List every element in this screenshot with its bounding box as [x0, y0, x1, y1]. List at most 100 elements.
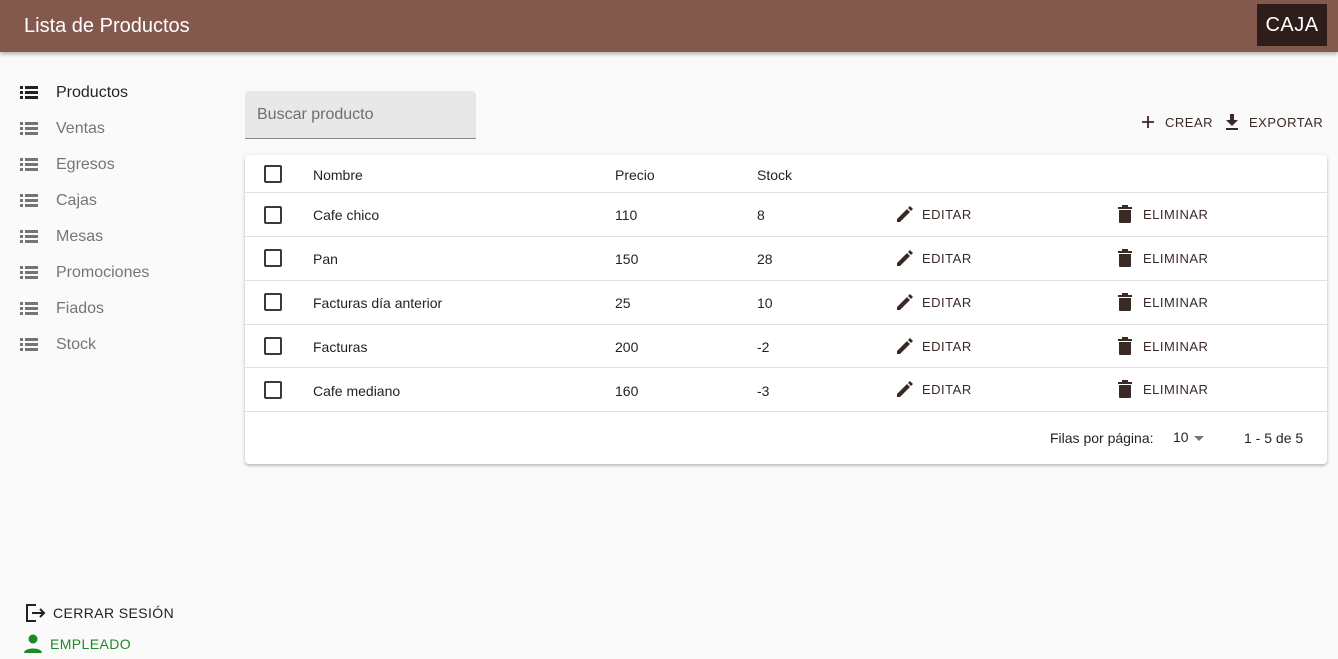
sidebar-item-promociones[interactable]: Promociones [0, 254, 230, 290]
products-table: Nombre Precio Stock Cafe chico 110 8 EDI… [245, 155, 1327, 464]
cell-precio: 150 [615, 251, 639, 267]
row-checkbox[interactable] [264, 293, 282, 311]
sidebar-item-productos[interactable]: Productos [0, 74, 230, 110]
column-header-stock: Stock [757, 167, 793, 183]
cell-nombre: Cafe mediano [313, 383, 401, 399]
edit-button[interactable]: EDITAR [896, 293, 976, 313]
cell-stock: 10 [757, 295, 773, 311]
cell-precio: 25 [615, 295, 631, 311]
list-icon [20, 302, 38, 316]
trash-icon [1118, 249, 1132, 267]
trash-icon [1118, 293, 1132, 311]
cell-stock: 8 [757, 207, 765, 223]
list-icon [20, 266, 38, 280]
table-row: Cafe chico 110 8 EDITAR ELIMINAR [245, 193, 1327, 237]
edit-label: EDITAR [922, 207, 972, 222]
create-button[interactable]: CREAR [1140, 110, 1214, 134]
cell-precio: 200 [615, 339, 639, 355]
sidebar-item-label: Promociones [56, 264, 150, 281]
table-row: Facturas día anterior 25 10 EDITAR ELIMI… [245, 281, 1327, 325]
list-icon [20, 230, 38, 244]
cell-stock: -3 [757, 383, 770, 399]
list-icon [20, 194, 38, 208]
delete-button[interactable]: ELIMINAR [1117, 337, 1213, 357]
sidebar-item-egresos[interactable]: Egresos [0, 146, 230, 182]
sidebar-item-stock[interactable]: Stock [0, 326, 230, 362]
sidebar-item-label: Egresos [56, 156, 115, 173]
cell-stock: 28 [757, 251, 773, 267]
list-icon [20, 158, 38, 172]
table-header: Nombre Precio Stock [245, 155, 1327, 193]
edit-button[interactable]: EDITAR [896, 205, 976, 225]
delete-label: ELIMINAR [1143, 295, 1209, 310]
logout-icon [26, 604, 46, 622]
table-pagination: Filas por página: 10 1 - 5 de 5 [245, 411, 1327, 464]
cell-precio: 160 [615, 383, 639, 399]
delete-button[interactable]: ELIMINAR [1117, 249, 1213, 269]
row-checkbox[interactable] [264, 249, 282, 267]
rows-per-page-value: 10 [1173, 429, 1189, 445]
row-checkbox[interactable] [264, 381, 282, 399]
pagination-range: 1 - 5 de 5 [1244, 430, 1304, 446]
edit-label: EDITAR [922, 339, 972, 354]
sidebar-item-mesas[interactable]: Mesas [0, 218, 230, 254]
delete-button[interactable]: ELIMINAR [1117, 380, 1213, 400]
page-title: Lista de Productos [24, 15, 190, 37]
trash-icon [1118, 380, 1132, 398]
delete-label: ELIMINAR [1143, 382, 1209, 397]
pencil-icon [897, 206, 913, 222]
chevron-down-icon [1194, 436, 1204, 441]
add-icon [1142, 116, 1154, 128]
row-checkbox[interactable] [264, 337, 282, 355]
list-icon [20, 86, 38, 100]
export-button[interactable]: EXPORTAR [1224, 110, 1328, 134]
export-label: EXPORTAR [1249, 115, 1324, 130]
pencil-icon [897, 338, 913, 354]
cell-nombre: Pan [313, 251, 338, 267]
edit-label: EDITAR [922, 295, 972, 310]
caja-button[interactable]: CAJA [1257, 4, 1327, 46]
table-row: Facturas 200 -2 EDITAR ELIMINAR [245, 325, 1327, 368]
download-icon [1226, 114, 1238, 130]
list-icon [20, 122, 38, 136]
rows-per-page-label: Filas por página: [1050, 430, 1154, 446]
delete-button[interactable]: ELIMINAR [1117, 205, 1213, 225]
edit-button[interactable]: EDITAR [896, 249, 976, 269]
logout-label: CERRAR SESIÓN [53, 605, 175, 621]
edit-label: EDITAR [922, 251, 972, 266]
create-label: CREAR [1165, 115, 1214, 130]
rows-per-page-select[interactable]: 10 [1173, 427, 1211, 449]
cell-precio: 110 [615, 207, 638, 223]
sidebar-item-label: Mesas [56, 228, 104, 245]
delete-label: ELIMINAR [1143, 251, 1209, 266]
sidebar-item-label: Stock [56, 336, 97, 353]
edit-label: EDITAR [922, 382, 972, 397]
trash-icon [1118, 337, 1132, 355]
sidebar-item-fiados[interactable]: Fiados [0, 290, 230, 326]
user-role-label: EMPLEADO [50, 636, 131, 652]
select-all-checkbox[interactable] [264, 165, 282, 183]
cell-nombre: Facturas [313, 339, 368, 355]
search-input[interactable] [257, 103, 462, 127]
trash-icon [1118, 205, 1132, 223]
app-bar: Lista de Productos CAJA [0, 0, 1338, 52]
pencil-icon [897, 294, 913, 310]
row-checkbox[interactable] [264, 206, 282, 224]
sidebar-item-label: Fiados [56, 300, 105, 317]
sidebar-item-ventas[interactable]: Ventas [0, 110, 230, 146]
delete-button[interactable]: ELIMINAR [1117, 293, 1213, 313]
sidebar-item-label: Cajas [56, 192, 97, 209]
table-row: Cafe mediano 160 -3 EDITAR ELIMINAR [245, 368, 1327, 412]
list-icon [20, 338, 38, 352]
edit-button[interactable]: EDITAR [896, 337, 976, 357]
edit-button[interactable]: EDITAR [896, 380, 976, 400]
sidebar-item-cajas[interactable]: Cajas [0, 182, 230, 218]
sidebar-item-label: Productos [56, 84, 129, 101]
cell-stock: -2 [757, 339, 770, 355]
cell-nombre: Facturas día anterior [313, 295, 443, 311]
column-header-precio: Precio [615, 167, 655, 183]
delete-label: ELIMINAR [1143, 207, 1209, 222]
search-box [245, 91, 476, 139]
pencil-icon [897, 250, 913, 266]
table-row: Pan 150 28 EDITAR ELIMINAR [245, 237, 1327, 281]
